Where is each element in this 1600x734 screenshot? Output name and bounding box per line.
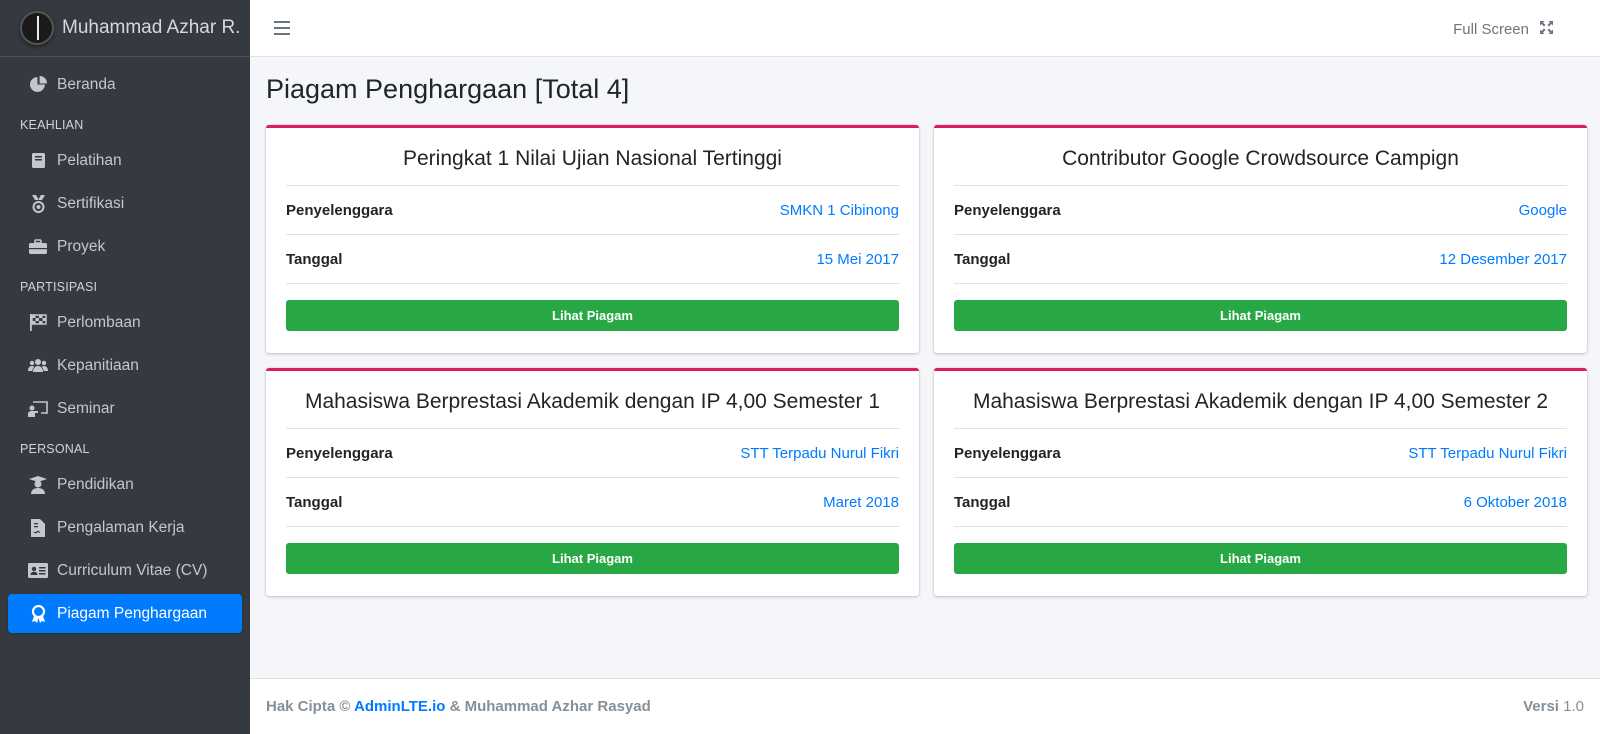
expand-arrows-icon (1539, 20, 1554, 39)
sidebar-item-label: Proyek (57, 237, 106, 255)
award-card: Contributor Google Crowdsource Campign P… (934, 125, 1587, 353)
sidebar-item-label: Beranda (57, 75, 116, 93)
organizer-label: Penyelenggara (286, 201, 393, 219)
sidebar-item-curriculum-vitae[interactable]: Curriculum Vitae (CV) (8, 551, 242, 590)
nav-header-partisipasi: PARTISIPASI (20, 279, 98, 294)
view-certificate-button[interactable]: Lihat Piagam (954, 543, 1567, 574)
sidebar-item-piagam-penghargaan[interactable]: Piagam Penghargaan (8, 594, 242, 633)
sidebar-item-label: Piagam Penghargaan (57, 604, 207, 622)
nav-header-personal: PERSONAL (20, 441, 90, 456)
organizer-row: Penyelenggara Google (954, 186, 1567, 235)
date-row: Tanggal Maret 2018 (286, 478, 899, 527)
flag-checkered-icon (28, 314, 48, 332)
chalkboard-teacher-icon (28, 400, 48, 418)
pie-chart-icon (28, 76, 48, 94)
date-row: Tanggal 6 Oktober 2018 (954, 478, 1567, 527)
sidebar-item-label: Pendidikan (57, 475, 134, 493)
organizer-label: Penyelenggara (954, 201, 1061, 219)
date-value[interactable]: 6 Oktober 2018 (1464, 494, 1567, 511)
copyright-suffix: & Muhammad Azhar Rasyad (449, 698, 651, 715)
date-value[interactable]: Maret 2018 (823, 494, 899, 511)
award-card: Mahasiswa Berprestasi Akademik dengan IP… (934, 368, 1587, 596)
version: Versi 1.0 (1523, 698, 1584, 715)
version-number: 1.0 (1563, 698, 1584, 715)
sidebar-item-label: Sertifikasi (57, 194, 125, 212)
sidebar-item-seminar[interactable]: Seminar (8, 389, 242, 428)
date-value[interactable]: 12 Desember 2017 (1439, 251, 1567, 268)
file-contract-icon (28, 518, 48, 537)
view-certificate-button[interactable]: Lihat Piagam (954, 300, 1567, 331)
date-label: Tanggal (954, 493, 1011, 511)
award-card: Mahasiswa Berprestasi Akademik dengan IP… (266, 368, 919, 596)
sidebar-item-label: Curriculum Vitae (CV) (57, 561, 208, 579)
menu-toggle-icon[interactable] (274, 21, 290, 35)
adminlte-link[interactable]: AdminLTE.io (354, 698, 445, 715)
card-title: Mahasiswa Berprestasi Akademik dengan IP… (286, 371, 899, 429)
sidebar-item-perlombaan[interactable]: Perlombaan (8, 303, 242, 342)
copyright-prefix: Hak Cipta © (266, 698, 351, 715)
copyright: Hak Cipta © AdminLTE.io & Muhammad Azhar… (266, 698, 651, 715)
id-card-icon (28, 562, 48, 580)
award-card: Peringkat 1 Nilai Ujian Nasional Terting… (266, 125, 919, 353)
nav-header-keahlian: KEAHLIAN (20, 117, 84, 132)
brand-name: Muhammad Azhar R. (62, 17, 241, 38)
organizer-row: Penyelenggara STT Terpadu Nurul Fikri (286, 429, 899, 478)
view-certificate-button[interactable]: Lihat Piagam (286, 300, 899, 331)
brand-logo (20, 11, 54, 45)
brand[interactable]: Muhammad Azhar R. (0, 0, 250, 57)
organizer-link[interactable]: STT Terpadu Nurul Fikri (1408, 445, 1567, 462)
main-content: Piagam Penghargaan [Total 4] Peringkat 1… (266, 57, 1587, 596)
organizer-row: Penyelenggara SMKN 1 Cibinong (286, 186, 899, 235)
sidebar-item-label: Kepanitiaan (57, 356, 139, 374)
users-icon (28, 357, 48, 375)
sidebar-item-label: Seminar (57, 399, 115, 417)
organizer-link[interactable]: SMKN 1 Cibinong (780, 202, 899, 219)
organizer-label: Penyelenggara (286, 444, 393, 462)
graduate-icon (28, 475, 48, 494)
sidebar-nav: Beranda KEAHLIAN Pelatihan Sertifikasi P… (0, 57, 250, 633)
date-value[interactable]: 15 Mei 2017 (816, 251, 899, 268)
sidebar-item-kepanitiaan[interactable]: Kepanitiaan (8, 346, 242, 385)
footer: Hak Cipta © AdminLTE.io & Muhammad Azhar… (250, 678, 1600, 734)
page-title: Piagam Penghargaan [Total 4] (266, 74, 630, 104)
sidebar-item-proyek[interactable]: Proyek (8, 227, 242, 266)
fullscreen-label: Full Screen (1453, 21, 1529, 38)
organizer-row: Penyelenggara STT Terpadu Nurul Fikri (954, 429, 1567, 478)
briefcase-icon (28, 238, 48, 256)
organizer-link[interactable]: STT Terpadu Nurul Fikri (740, 445, 899, 462)
date-label: Tanggal (286, 250, 343, 268)
award-icon (28, 604, 48, 623)
sidebar-item-pengalaman-kerja[interactable]: Pengalaman Kerja (8, 508, 242, 547)
sidebar-item-label: Pengalaman Kerja (57, 518, 185, 536)
sidebar-item-pendidikan[interactable]: Pendidikan (8, 465, 242, 504)
view-certificate-button[interactable]: Lihat Piagam (286, 543, 899, 574)
sidebar-item-label: Perlombaan (57, 313, 141, 331)
date-row: Tanggal 12 Desember 2017 (954, 235, 1567, 284)
card-title: Mahasiswa Berprestasi Akademik dengan IP… (954, 371, 1567, 429)
medal-icon (28, 194, 48, 213)
fullscreen-button[interactable]: Full Screen (1453, 20, 1554, 39)
organizer-label: Penyelenggara (954, 444, 1061, 462)
sidebar: Muhammad Azhar R. Beranda KEAHLIAN Pelat… (0, 0, 250, 734)
book-icon (28, 152, 48, 170)
top-navbar: Full Screen (250, 0, 1600, 57)
sidebar-item-sertifikasi[interactable]: Sertifikasi (8, 184, 242, 223)
sidebar-item-label: Pelatihan (57, 151, 122, 169)
sidebar-item-pelatihan[interactable]: Pelatihan (8, 141, 242, 180)
date-label: Tanggal (954, 250, 1011, 268)
card-title: Peringkat 1 Nilai Ujian Nasional Terting… (286, 128, 899, 186)
sidebar-item-beranda[interactable]: Beranda (8, 65, 242, 104)
version-label: Versi (1523, 698, 1559, 715)
date-label: Tanggal (286, 493, 343, 511)
organizer-link[interactable]: Google (1519, 202, 1567, 219)
card-title: Contributor Google Crowdsource Campign (954, 128, 1567, 186)
date-row: Tanggal 15 Mei 2017 (286, 235, 899, 284)
